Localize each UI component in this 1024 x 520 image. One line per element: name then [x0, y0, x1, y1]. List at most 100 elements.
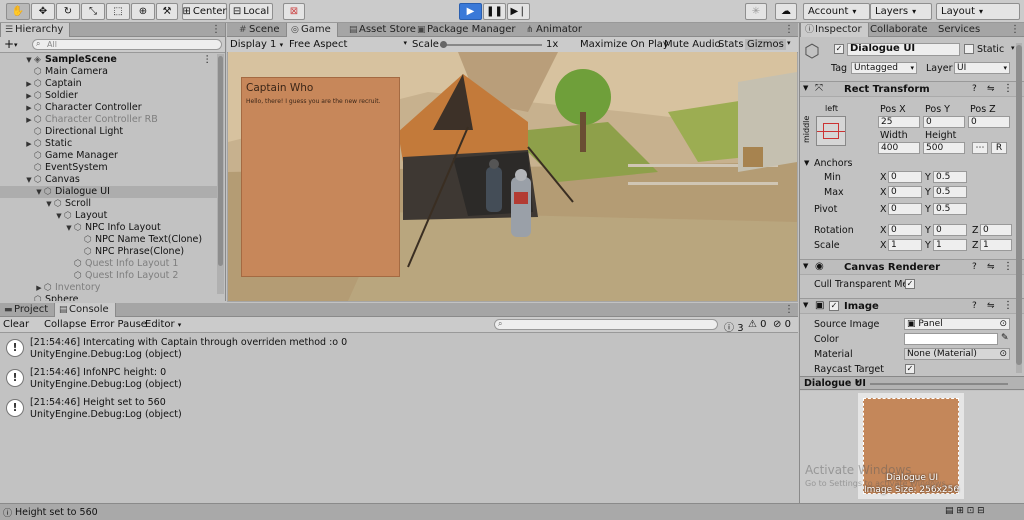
anchors-collapse-icon[interactable]: ▼ [804, 159, 809, 167]
preview-header[interactable]: Dialogue UI ▾ [800, 376, 1024, 390]
maximize-on-play-toggle[interactable]: Maximize On Play [580, 39, 669, 50]
tab-asset-store[interactable]: ▤Asset Store [345, 23, 422, 37]
hierarchy-item[interactable]: ⬡ EventSystem [0, 162, 224, 174]
pivot-center-button[interactable]: ⊞ Center [182, 3, 227, 20]
expand-down-icon[interactable]: ▼ [34, 186, 44, 198]
hierarchy-search-input[interactable]: ⌕ All [32, 39, 222, 50]
image-menu-icon[interactable]: ⋮ [1003, 300, 1013, 311]
scale-z-field[interactable]: 1 [980, 239, 1012, 251]
pos-z-field[interactable]: 0 [968, 116, 1010, 128]
tab-hierarchy[interactable]: ☰ Hierarchy [0, 23, 71, 37]
hierarchy-menu-icon[interactable]: ⋮ [211, 23, 221, 37]
width-field[interactable]: 400 [878, 142, 920, 154]
image-header[interactable]: ▼ ▣ ✓ Image ? ⇋ ⋮ [800, 298, 1024, 314]
inspector-scrollbar[interactable] [1016, 43, 1022, 373]
material-field[interactable]: None (Material) ⊙ [904, 348, 1010, 360]
pivot-local-button[interactable]: ⊟ Local [229, 3, 273, 20]
hierarchy-item[interactable]: ▶ ⬡ Character Controller RB [0, 114, 224, 126]
console-menu-icon[interactable]: ⋮ [784, 303, 794, 317]
pos-x-field[interactable]: 25 [878, 116, 920, 128]
blueprint-button[interactable]: ⋯ [972, 142, 988, 154]
hand-tool-icon[interactable]: ✋ [6, 3, 30, 20]
hierarchy-item[interactable]: ▶ ⬡ Soldier [0, 90, 224, 102]
pause-button[interactable]: ❚❚ [483, 3, 506, 20]
game-view[interactable]: Captain Who Hello, there! I guess you ar… [228, 52, 797, 301]
rect-collapse-icon[interactable]: ▼ [803, 84, 808, 92]
layer-dropdown[interactable]: UI ▾ [954, 62, 1010, 74]
tab-collaborate[interactable]: Collaborate [866, 23, 934, 37]
status-message[interactable]: Height set to 560 [15, 507, 98, 518]
anchor-preset-button[interactable] [816, 116, 846, 146]
rect-menu-icon[interactable]: ⋮ [1003, 83, 1013, 94]
raw-edit-button[interactable]: R [991, 142, 1007, 154]
rect-transform-header[interactable]: ▼ ⤧ Rect Transform ? ⇋ ⋮ [800, 81, 1024, 97]
canvas-renderer-preset-icon[interactable]: ⇋ [987, 262, 995, 272]
expand-right-icon[interactable]: ▶ [24, 114, 34, 126]
expand-right-icon[interactable]: ▶ [24, 102, 34, 114]
scale-slider[interactable] [440, 41, 542, 48]
account-dropdown[interactable]: Account [803, 3, 870, 20]
raycast-target-checkbox[interactable]: ✓ [905, 364, 915, 374]
canvas-renderer-menu-icon[interactable]: ⋮ [1003, 261, 1013, 272]
tab-inspector[interactable]: ⓘInspector [800, 23, 869, 37]
tab-services[interactable]: Services [934, 23, 986, 37]
scale-tool-icon[interactable]: ⤡ [81, 3, 105, 20]
collapse-toggle[interactable]: Collapse [44, 319, 87, 330]
eyedropper-icon[interactable]: ✎ [1001, 333, 1009, 343]
anchor-max-x-field[interactable]: 0 [888, 186, 922, 198]
hierarchy-item[interactable]: ⬡ Game Manager [0, 150, 224, 162]
tab-game[interactable]: ◎ Game [286, 23, 338, 37]
rect-tool-icon[interactable]: ⬚ [106, 3, 130, 20]
tab-scene[interactable]: # Scene [235, 23, 286, 37]
hierarchy-item[interactable]: ⬡ NPC Name Text(Clone) [0, 234, 224, 246]
rotation-y-field[interactable]: 0 [933, 224, 967, 236]
hierarchy-item[interactable]: ⬡ Sphere [0, 294, 224, 301]
expand-down-icon[interactable]: ▼ [44, 198, 54, 210]
scale-slider-thumb[interactable] [440, 41, 447, 48]
rect-preset-icon[interactable]: ⇋ [987, 84, 995, 94]
hierarchy-item[interactable]: ▶ ⬡ Inventory [0, 282, 224, 294]
height-field[interactable]: 500 [923, 142, 965, 154]
scale-y-field[interactable]: 1 [933, 239, 967, 251]
hierarchy-item[interactable]: ⬡ Main Camera [0, 66, 224, 78]
console-entry[interactable]: ! [21:54:46] Intercating with Captain thr… [0, 334, 797, 364]
source-image-field[interactable]: ▣ Panel ⊙ [904, 318, 1010, 330]
rect-help-icon[interactable]: ? [972, 84, 977, 94]
layers-dropdown[interactable]: Layers [870, 3, 932, 20]
scale-x-field[interactable]: 1 [888, 239, 922, 251]
expand-down-icon[interactable]: ▼ [24, 174, 34, 186]
expand-down-icon[interactable]: ▼ [24, 54, 34, 66]
hierarchy-item[interactable]: ⬡ Directional Light [0, 126, 224, 138]
hierarchy-item[interactable]: ▼ ⬡ NPC Info Layout [0, 222, 224, 234]
pivot-x-field[interactable]: 0 [888, 203, 922, 215]
hierarchy-scrollbar[interactable] [217, 54, 224, 294]
console-entry[interactable]: ! [21:54:46] Height set to 560 UnityEngine… [0, 394, 797, 424]
tag-dropdown[interactable]: Untagged ▾ [851, 62, 917, 74]
stats-toggle[interactable]: Stats [718, 39, 744, 50]
move-tool-icon[interactable]: ✥ [31, 3, 55, 20]
pivot-y-field[interactable]: 0.5 [933, 203, 967, 215]
gizmos-chevron-icon[interactable]: ▾ [787, 39, 791, 47]
cloud-icon[interactable]: ☁ [775, 3, 797, 20]
center-menu-icon[interactable]: ⋮ [784, 23, 794, 37]
transform-tool-icon[interactable]: ⊕ [131, 3, 155, 20]
expand-right-icon[interactable]: ▶ [24, 78, 34, 90]
expand-right-icon[interactable]: ▶ [24, 90, 34, 102]
expand-right-icon[interactable]: ▶ [24, 138, 34, 150]
tab-project[interactable]: ▬Project [0, 303, 54, 317]
canvas-renderer-help-icon[interactable]: ? [972, 262, 977, 272]
log-count-toggle[interactable]: ⓘ 3 [724, 319, 744, 334]
display-dropdown[interactable]: Display 1 ▾ [230, 39, 283, 50]
image-preset-icon[interactable]: ⇋ [987, 301, 995, 311]
gizmos-toggle[interactable]: Gizmos [745, 39, 786, 50]
collab-icon[interactable]: ✳ [745, 3, 767, 20]
anchor-max-y-field[interactable]: 0.5 [933, 186, 967, 198]
aspect-dropdown[interactable]: Free Aspect ▾ [289, 39, 407, 50]
custom-tool-icon[interactable]: ⚒ [156, 3, 178, 20]
image-enabled-checkbox[interactable]: ✓ [829, 301, 839, 311]
play-button[interactable]: ▶ [459, 3, 482, 20]
hierarchy-item[interactable]: ⬡ Quest Info Layout 1 [0, 258, 224, 270]
layout-dropdown[interactable]: Layout [936, 3, 1020, 20]
anchor-min-x-field[interactable]: 0 [888, 171, 922, 183]
step-button[interactable]: ▶❘ [507, 3, 530, 20]
